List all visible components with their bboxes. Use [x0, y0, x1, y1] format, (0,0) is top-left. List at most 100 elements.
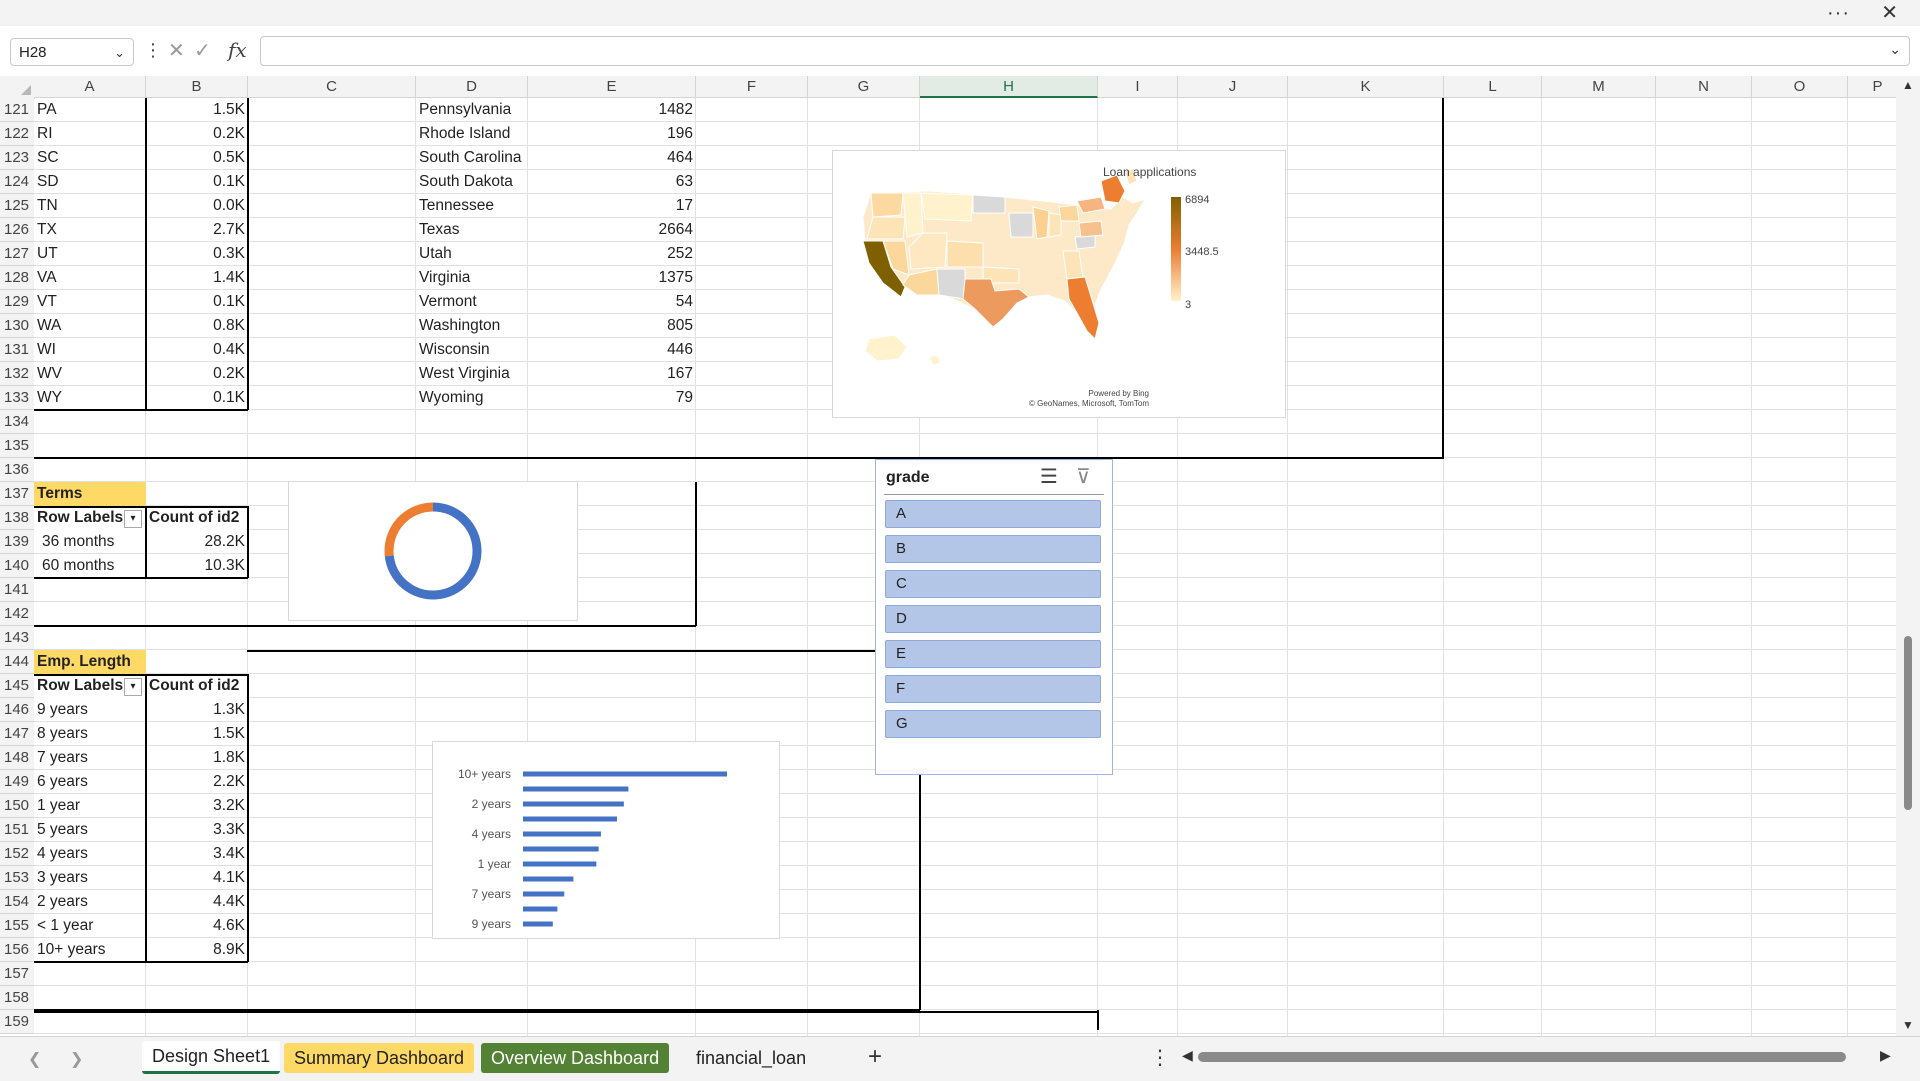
row-header-151[interactable]: 151 [0, 818, 34, 842]
state-abbr-cell[interactable]: PA [34, 98, 146, 122]
emp-length-row-label[interactable]: 2 years [34, 890, 146, 914]
map-chart[interactable]: Loan applications 6894 3448.5 3 Powered … [832, 150, 1286, 418]
column-header-b[interactable]: B [146, 76, 248, 98]
terms-row-value[interactable]: 28.2K [146, 530, 248, 554]
row-header-139[interactable]: 139 [0, 530, 34, 554]
emp-length-count-header[interactable]: Count of id2 [146, 674, 248, 698]
state-name-cell[interactable]: Wisconsin [416, 338, 528, 362]
state-count-cell[interactable]: 2664 [528, 218, 696, 242]
state-value-cell[interactable]: 0.4K [146, 338, 248, 362]
emp-length-row-value[interactable]: 8.9K [146, 938, 248, 962]
slicer-item-f[interactable]: F [885, 675, 1101, 703]
scroll-left-icon[interactable]: ◀ [1182, 1047, 1193, 1064]
row-header-123[interactable]: 123 [0, 146, 34, 170]
emp-length-row-label[interactable]: 4 years [34, 842, 146, 866]
terms-count-header[interactable]: Count of id2 [146, 506, 248, 530]
row-header-132[interactable]: 132 [0, 362, 34, 386]
state-abbr-cell[interactable]: VA [34, 266, 146, 290]
state-value-cell[interactable]: 0.3K [146, 242, 248, 266]
row-header-141[interactable]: 141 [0, 578, 34, 602]
emp-length-title[interactable]: Emp. Length [34, 650, 146, 674]
row-header-153[interactable]: 153 [0, 866, 34, 890]
state-name-cell[interactable]: Utah [416, 242, 528, 266]
state-value-cell[interactable]: 1.4K [146, 266, 248, 290]
sort-filter-dropdown-button[interactable]: ▾ [124, 678, 142, 696]
chevron-down-icon[interactable]: ⌄ [114, 39, 125, 67]
row-header-130[interactable]: 130 [0, 314, 34, 338]
state-count-cell[interactable]: 464 [528, 146, 696, 170]
previous-sheet-icon[interactable]: ❮ [28, 1049, 41, 1069]
state-value-cell[interactable]: 0.8K [146, 314, 248, 338]
column-header-o[interactable]: O [1752, 76, 1848, 98]
emp-length-row-label[interactable]: 3 years [34, 866, 146, 890]
state-count-cell[interactable]: 79 [528, 386, 696, 410]
state-value-cell[interactable]: 0.5K [146, 146, 248, 170]
column-header-k[interactable]: K [1288, 76, 1444, 98]
state-abbr-cell[interactable]: TX [34, 218, 146, 242]
row-header-149[interactable]: 149 [0, 770, 34, 794]
name-box[interactable]: H28 ⌄ [10, 38, 134, 66]
column-header-j[interactable]: J [1178, 76, 1288, 98]
state-name-cell[interactable]: Washington [416, 314, 528, 338]
select-all-corner[interactable] [0, 76, 35, 99]
emp-length-row-label[interactable]: 6 years [34, 770, 146, 794]
state-count-cell[interactable]: 1375 [528, 266, 696, 290]
column-header-a[interactable]: A [34, 76, 146, 98]
terms-row-label[interactable]: 60 months [34, 554, 151, 578]
scroll-down-icon[interactable]: ▼ [1902, 1018, 1914, 1032]
state-name-cell[interactable]: Tennessee [416, 194, 528, 218]
clear-filter-icon[interactable]: ⊽ [1076, 464, 1091, 489]
state-abbr-cell[interactable]: SC [34, 146, 146, 170]
state-count-cell[interactable]: 446 [528, 338, 696, 362]
bar-4-years[interactable] [523, 831, 601, 837]
emp-length-row-label[interactable]: 10+ years [34, 938, 146, 962]
emp-length-row-value[interactable]: 2.2K [146, 770, 248, 794]
column-header-f[interactable]: F [696, 76, 808, 98]
state-value-cell[interactable]: 0.0K [146, 194, 248, 218]
vertical-scrollbar[interactable]: ▲ ▼ [1896, 76, 1920, 1036]
sheet-tab-financial-loan[interactable]: financial_loan [686, 1043, 816, 1073]
terms-doughnut-chart[interactable] [288, 481, 578, 621]
row-header-154[interactable]: 154 [0, 890, 34, 914]
state-value-cell[interactable]: 1.5K [146, 98, 248, 122]
slicer-item-e[interactable]: E [885, 640, 1101, 668]
state-count-cell[interactable]: 17 [528, 194, 696, 218]
terms-title[interactable]: Terms [34, 482, 146, 506]
row-header-152[interactable]: 152 [0, 842, 34, 866]
sheet-tab-design-sheet1[interactable]: Design Sheet1 [142, 1041, 281, 1074]
insert-function-icon[interactable]: fx [228, 38, 247, 62]
row-header-156[interactable]: 156 [0, 938, 34, 962]
state-name-cell[interactable]: Vermont [416, 290, 528, 314]
state-count-cell[interactable]: 167 [528, 362, 696, 386]
state-name-cell[interactable]: Pennsylvania [416, 98, 528, 122]
bar--1-year[interactable] [523, 786, 629, 792]
row-header-124[interactable]: 124 [0, 170, 34, 194]
state-count-cell[interactable]: 805 [528, 314, 696, 338]
state-name-cell[interactable]: Wyoming [416, 386, 528, 410]
column-header-i[interactable]: I [1098, 76, 1178, 98]
emp-length-row-value[interactable]: 1.5K [146, 722, 248, 746]
row-header-157[interactable]: 157 [0, 962, 34, 986]
row-header-148[interactable]: 148 [0, 746, 34, 770]
grade-slicer[interactable]: grade ☰ ⊽ ABCDEFG [875, 459, 1113, 775]
row-header-128[interactable]: 128 [0, 266, 34, 290]
state-name-cell[interactable]: Rhode Island [416, 122, 528, 146]
row-header-136[interactable]: 136 [0, 458, 34, 482]
expand-formula-bar-icon[interactable]: ⌄ [1889, 41, 1901, 58]
row-header-126[interactable]: 126 [0, 218, 34, 242]
bar-5-years[interactable] [523, 846, 599, 852]
emp-length-row-value[interactable]: 3.4K [146, 842, 248, 866]
formula-bar-options-icon[interactable]: ⋮ [144, 40, 162, 61]
row-header-147[interactable]: 147 [0, 722, 34, 746]
emp-length-row-value[interactable]: 1.8K [146, 746, 248, 770]
column-header-n[interactable]: N [1656, 76, 1752, 98]
bar-8-years[interactable] [523, 906, 558, 912]
terms-row-value[interactable]: 10.3K [146, 554, 248, 578]
emp-length-row-value[interactable]: 4.6K [146, 914, 248, 938]
emp-length-row-value[interactable]: 1.3K [146, 698, 248, 722]
row-header-146[interactable]: 146 [0, 698, 34, 722]
column-header-l[interactable]: L [1444, 76, 1542, 98]
multi-select-icon[interactable]: ☰ [1040, 464, 1058, 489]
state-abbr-cell[interactable]: UT [34, 242, 146, 266]
close-icon[interactable]: ✕ [1881, 0, 1898, 25]
